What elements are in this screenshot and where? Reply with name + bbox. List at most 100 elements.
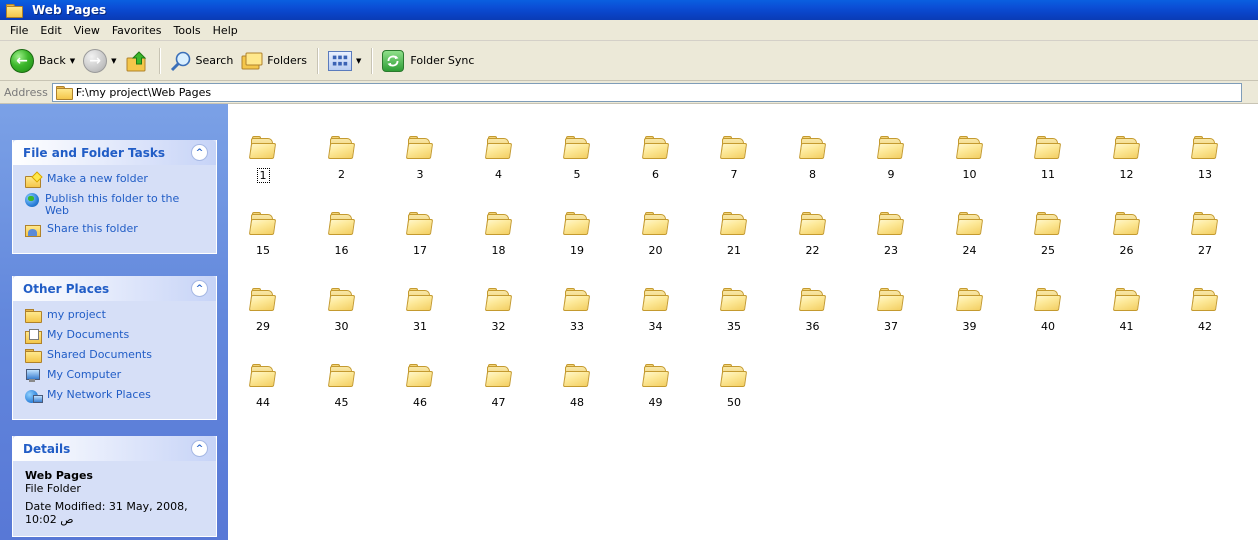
sync-icon — [382, 49, 405, 72]
folder-item[interactable]: 16 — [310, 210, 374, 270]
task-publish-folder[interactable]: Publish this folder to the Web — [25, 193, 206, 217]
menu-edit[interactable]: Edit — [34, 24, 67, 37]
folder-item[interactable]: 45 — [310, 362, 374, 422]
folder-label: 19 — [570, 244, 584, 257]
folder-sync-button[interactable]: Folder Sync — [378, 45, 478, 77]
back-dropdown-icon[interactable]: ▼ — [70, 57, 75, 65]
menu-help[interactable]: Help — [207, 24, 244, 37]
place-my-project[interactable]: my project — [25, 309, 206, 323]
folder-item[interactable]: 44 — [231, 362, 295, 422]
folder-item[interactable]: 7 — [702, 134, 766, 194]
folder-item[interactable]: 4 — [467, 134, 531, 194]
folder-item[interactable]: 40 — [1016, 286, 1080, 346]
views-dropdown-icon[interactable]: ▼ — [356, 57, 361, 65]
folder-item[interactable]: 32 — [467, 286, 531, 346]
search-button[interactable]: Search — [166, 45, 238, 77]
folder-item[interactable]: 15 — [231, 210, 295, 270]
task-share-folder[interactable]: Share this folder — [25, 223, 206, 237]
folder-item[interactable]: 25 — [1016, 210, 1080, 270]
address-field[interactable]: F:\my project\Web Pages — [51, 82, 1242, 102]
folder-item[interactable]: 21 — [702, 210, 766, 270]
back-button[interactable]: ← Back ▼ — [6, 45, 79, 77]
folder-item[interactable]: 24 — [938, 210, 1002, 270]
place-my-computer[interactable]: My Computer — [25, 369, 206, 383]
panel-header[interactable]: File and Folder Tasks ^ — [13, 140, 216, 165]
folder-icon — [248, 212, 277, 236]
forward-button[interactable]: → ▼ — [79, 45, 120, 77]
folder-item[interactable]: 30 — [310, 286, 374, 346]
folder-label: 9 — [887, 168, 895, 181]
folder-item[interactable]: 47 — [467, 362, 531, 422]
collapse-chevron-icon[interactable]: ^ — [191, 440, 208, 457]
folders-button[interactable]: Folders — [237, 45, 311, 77]
folders-icon — [241, 52, 263, 69]
folder-item[interactable]: 13 — [1173, 134, 1237, 194]
globe-icon — [25, 193, 39, 207]
folder-item[interactable]: 48 — [545, 362, 609, 422]
folder-icon — [876, 136, 905, 160]
folder-label: 49 — [648, 396, 663, 409]
folder-item[interactable]: 49 — [624, 362, 688, 422]
menu-favorites[interactable]: Favorites — [106, 24, 168, 37]
forward-dropdown-icon[interactable]: ▼ — [111, 57, 116, 65]
folder-item[interactable]: 12 — [1095, 134, 1159, 194]
place-my-documents[interactable]: My Documents — [25, 329, 206, 344]
new-folder-icon — [25, 173, 41, 188]
documents-icon — [25, 329, 42, 344]
panel-header[interactable]: Other Places ^ — [13, 276, 216, 301]
folder-item[interactable]: 1 — [231, 134, 295, 194]
panel-header[interactable]: Details ^ — [13, 436, 216, 461]
folder-item[interactable]: 46 — [388, 362, 452, 422]
folder-item[interactable]: 10 — [938, 134, 1002, 194]
folder-item[interactable]: 41 — [1095, 286, 1159, 346]
title-bar[interactable]: Web Pages — [0, 0, 1258, 20]
folder-item[interactable]: 42 — [1173, 286, 1237, 346]
views-button[interactable]: ▼ — [324, 45, 365, 77]
folders-label: Folders — [267, 54, 308, 67]
folder-item[interactable]: 39 — [938, 286, 1002, 346]
place-shared-documents[interactable]: Shared Documents — [25, 349, 206, 363]
folder-item[interactable]: 26 — [1095, 210, 1159, 270]
folder-icon — [248, 364, 277, 388]
folder-item[interactable]: 2 — [310, 134, 374, 194]
folder-item[interactable]: 3 — [388, 134, 452, 194]
network-icon — [25, 389, 43, 403]
folder-item[interactable]: 19 — [545, 210, 609, 270]
folder-item[interactable]: 20 — [624, 210, 688, 270]
folder-item[interactable]: 5 — [545, 134, 609, 194]
folder-icon — [405, 212, 434, 236]
menu-view[interactable]: View — [68, 24, 106, 37]
folder-item[interactable]: 9 — [859, 134, 923, 194]
up-button[interactable] — [121, 45, 153, 77]
folder-icon — [327, 288, 355, 312]
folder-item[interactable]: 36 — [781, 286, 845, 346]
folder-item[interactable]: 27 — [1173, 210, 1237, 270]
folder-label: 23 — [884, 244, 898, 257]
folder-item[interactable]: 17 — [388, 210, 452, 270]
folder-item[interactable]: 31 — [388, 286, 452, 346]
folder-item[interactable]: 35 — [702, 286, 766, 346]
folder-label: 48 — [570, 396, 584, 409]
folder-item[interactable]: 22 — [781, 210, 845, 270]
folder-item[interactable]: 33 — [545, 286, 609, 346]
panel-title: Other Places — [23, 281, 110, 296]
folder-item[interactable]: 8 — [781, 134, 845, 194]
folder-item[interactable]: 6 — [624, 134, 688, 194]
collapse-chevron-icon[interactable]: ^ — [191, 280, 208, 297]
folder-item[interactable]: 37 — [859, 286, 923, 346]
folder-item[interactable]: 23 — [859, 210, 923, 270]
folder-item[interactable]: 34 — [624, 286, 688, 346]
folder-icon — [562, 288, 591, 312]
collapse-chevron-icon[interactable]: ^ — [191, 144, 208, 161]
folder-label: 33 — [570, 320, 584, 333]
folder-item[interactable]: 11 — [1016, 134, 1080, 194]
folder-label: 7 — [730, 168, 738, 181]
folder-item[interactable]: 50 — [702, 362, 766, 422]
place-my-network-places[interactable]: My Network Places — [25, 389, 206, 403]
menu-file[interactable]: File — [4, 24, 34, 37]
folder-item[interactable]: 29 — [231, 286, 295, 346]
folder-icon — [562, 212, 591, 236]
folder-item[interactable]: 18 — [467, 210, 531, 270]
menu-tools[interactable]: Tools — [168, 24, 207, 37]
task-make-new-folder[interactable]: Make a new folder — [25, 173, 206, 188]
